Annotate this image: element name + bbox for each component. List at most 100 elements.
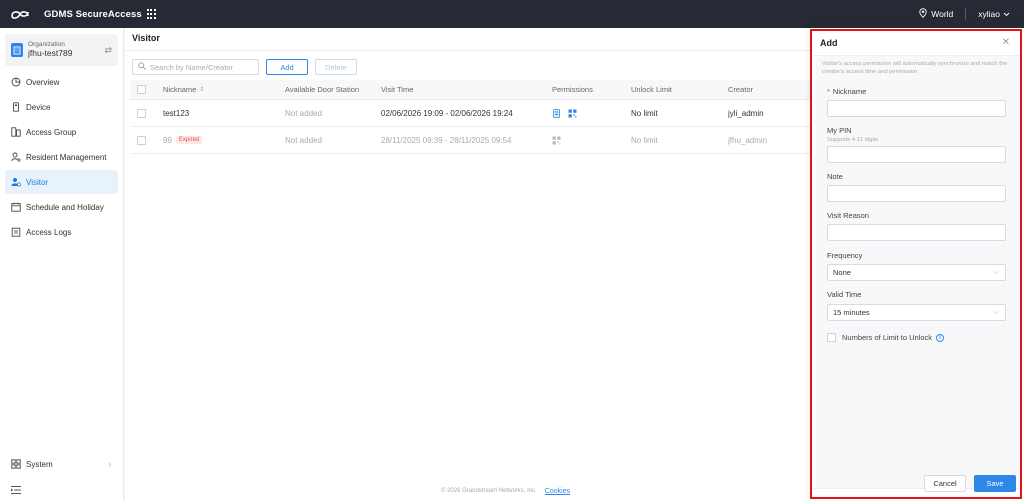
unlock-limit-cell: No limit [631,108,658,118]
swap-icon[interactable]: ⇄ [104,45,112,56]
title-divider [125,50,810,51]
column-header-permissions: Permissions [552,85,593,94]
nickname-cell: 99 Expired [163,127,203,153]
sidebar-item-schedule-and-holiday[interactable]: Schedule and Holiday [5,195,118,219]
add-visitor-drawer: Add ✕ Visitor's access permission will a… [810,28,1024,501]
chevron-right-icon: › [108,459,111,469]
save-button[interactable]: Save [974,475,1016,492]
nickname-label: * Nickname [827,87,867,96]
cancel-button[interactable]: Cancel [924,475,966,492]
valid-time-label: Valid Time [827,290,862,299]
device-icon [11,102,21,112]
sidebar: Organization jfhu-test789 ⇄ Overview Dev… [0,28,124,501]
table-header: Nickname ⇕ Available Door Station Visit T… [130,80,810,100]
organization-icon [11,43,23,57]
location-pin-icon [919,8,927,20]
sidebar-item-overview[interactable]: Overview [5,70,118,94]
calendar-icon [11,202,21,212]
visit-reason-input[interactable] [827,224,1006,241]
pin-hint: Supports 4-11 digits [827,137,879,143]
nickname-text: 99 [163,135,172,145]
door-station-cell: Not added [285,135,322,145]
sidebar-item-label: Access Group [26,127,77,137]
visit-time-cell: 28/11/2025 09:39 - 28/11/2025 09:54 [381,135,512,145]
footer: © 2026 Grandstream Networks, Inc. Cookie… [441,488,570,495]
sidebar-item-label: System [26,459,53,469]
add-visitor-button[interactable]: Add [266,59,308,75]
pin-label: My PIN [827,126,852,135]
grandstream-logo-icon[interactable] [10,7,32,21]
organization-name: jfhu-test789 [28,47,73,58]
close-icon[interactable]: ✕ [1002,37,1010,48]
sidebar-item-label: Resident Management [26,152,107,162]
chevron-down-icon: ⌵ [993,308,999,316]
permissions-cell [552,127,561,153]
column-header-visit-time: Visit Time [381,85,414,94]
topbar-divider [965,8,967,20]
delete-visitor-button[interactable]: Delete [315,59,357,75]
app-grid-icon[interactable] [146,9,157,19]
sort-icon: ⇕ [199,87,205,93]
overview-icon [11,77,21,87]
qr-code-permission-icon [552,136,561,145]
column-header-unlock-limit: Unlock Limit [631,85,672,94]
column-header-creator: Creator [728,85,754,94]
sidebar-item-label: Schedule and Holiday [26,202,104,212]
pin-input[interactable] [827,146,1006,163]
page-title: Visitor [132,33,160,43]
unlock-limit-checkbox[interactable] [827,333,836,342]
unlock-limit-option[interactable]: Numbers of Limit to Unlock i [827,333,945,342]
sidebar-item-label: Access Logs [26,227,72,237]
table-row[interactable]: 99 Expired Not added 28/11/2025 09:39 - … [130,127,810,154]
visitor-table: Nickname ⇕ Available Door Station Visit T… [130,80,810,154]
info-icon[interactable]: i [936,333,945,342]
sidebar-item-visitor[interactable]: Visitor [5,170,118,194]
permission-tip: Visitor's access permission will automat… [822,61,1008,75]
main-content: Visitor Add Delete Nickname⇕ Available D… [125,28,810,501]
chevron-down-icon: ⌵ [993,268,999,276]
nickname-input[interactable] [827,100,1006,117]
unlock-limit-cell: No limit [631,135,658,145]
drawer-title: Add [820,38,838,48]
column-header-door-station: Available Door Station [285,85,360,94]
note-input[interactable] [827,185,1006,202]
qr-code-permission-icon [568,109,577,118]
system-icon [11,459,21,469]
permissions-cell [552,100,577,126]
search-box[interactable] [132,59,259,75]
frequency-select[interactable]: None ⌵ [827,264,1006,281]
expired-badge: Expired [175,136,203,144]
table-row[interactable]: test123 Not added 02/06/2026 19:09 - 02/… [130,100,810,127]
region-selector[interactable]: World [919,8,953,20]
sidebar-item-label: Visitor [26,177,49,187]
sidebar-item-device[interactable]: Device [5,95,118,119]
sidebar-item-system[interactable]: System › [5,452,119,476]
creator-cell: jfhu_admin [728,135,768,145]
row-checkbox[interactable] [137,100,146,126]
sidebar-item-access-group[interactable]: Access Group [5,120,118,144]
collapse-sidebar-icon[interactable] [11,486,21,494]
resident-icon [11,152,21,162]
search-input[interactable] [150,62,258,72]
sidebar-item-access-logs[interactable]: Access Logs [5,220,118,244]
valid-time-value: 15 minutes [833,308,870,317]
select-all-checkbox[interactable] [137,80,146,99]
sidebar-item-label: Overview [26,77,60,87]
sidebar-item-resident-management[interactable]: Resident Management [5,145,118,169]
creator-cell: jyli_admin [728,108,764,118]
copyright-text: © 2026 Grandstream Networks, Inc. [441,488,537,494]
user-name: xyliao [978,9,1000,19]
search-icon [138,62,146,72]
door-station-cell: Not added [285,108,322,118]
top-bar: GDMS SecureAccess World xyliao [0,0,1024,28]
unlock-limit-label: Numbers of Limit to Unlock [842,333,933,342]
column-header-nickname[interactable]: Nickname ⇕ [163,80,204,99]
visit-time-cell: 02/06/2026 19:09 - 02/06/2026 19:24 [381,108,513,118]
row-checkbox[interactable] [137,127,146,153]
user-menu[interactable]: xyliao [978,9,1010,19]
visit-reason-label: Visit Reason [827,211,869,220]
organization-switcher[interactable]: Organization jfhu-test789 ⇄ [5,34,118,66]
valid-time-select[interactable]: 15 minutes ⌵ [827,304,1006,321]
pin-permission-icon [552,108,561,118]
cookies-link[interactable]: Cookies [545,488,570,495]
